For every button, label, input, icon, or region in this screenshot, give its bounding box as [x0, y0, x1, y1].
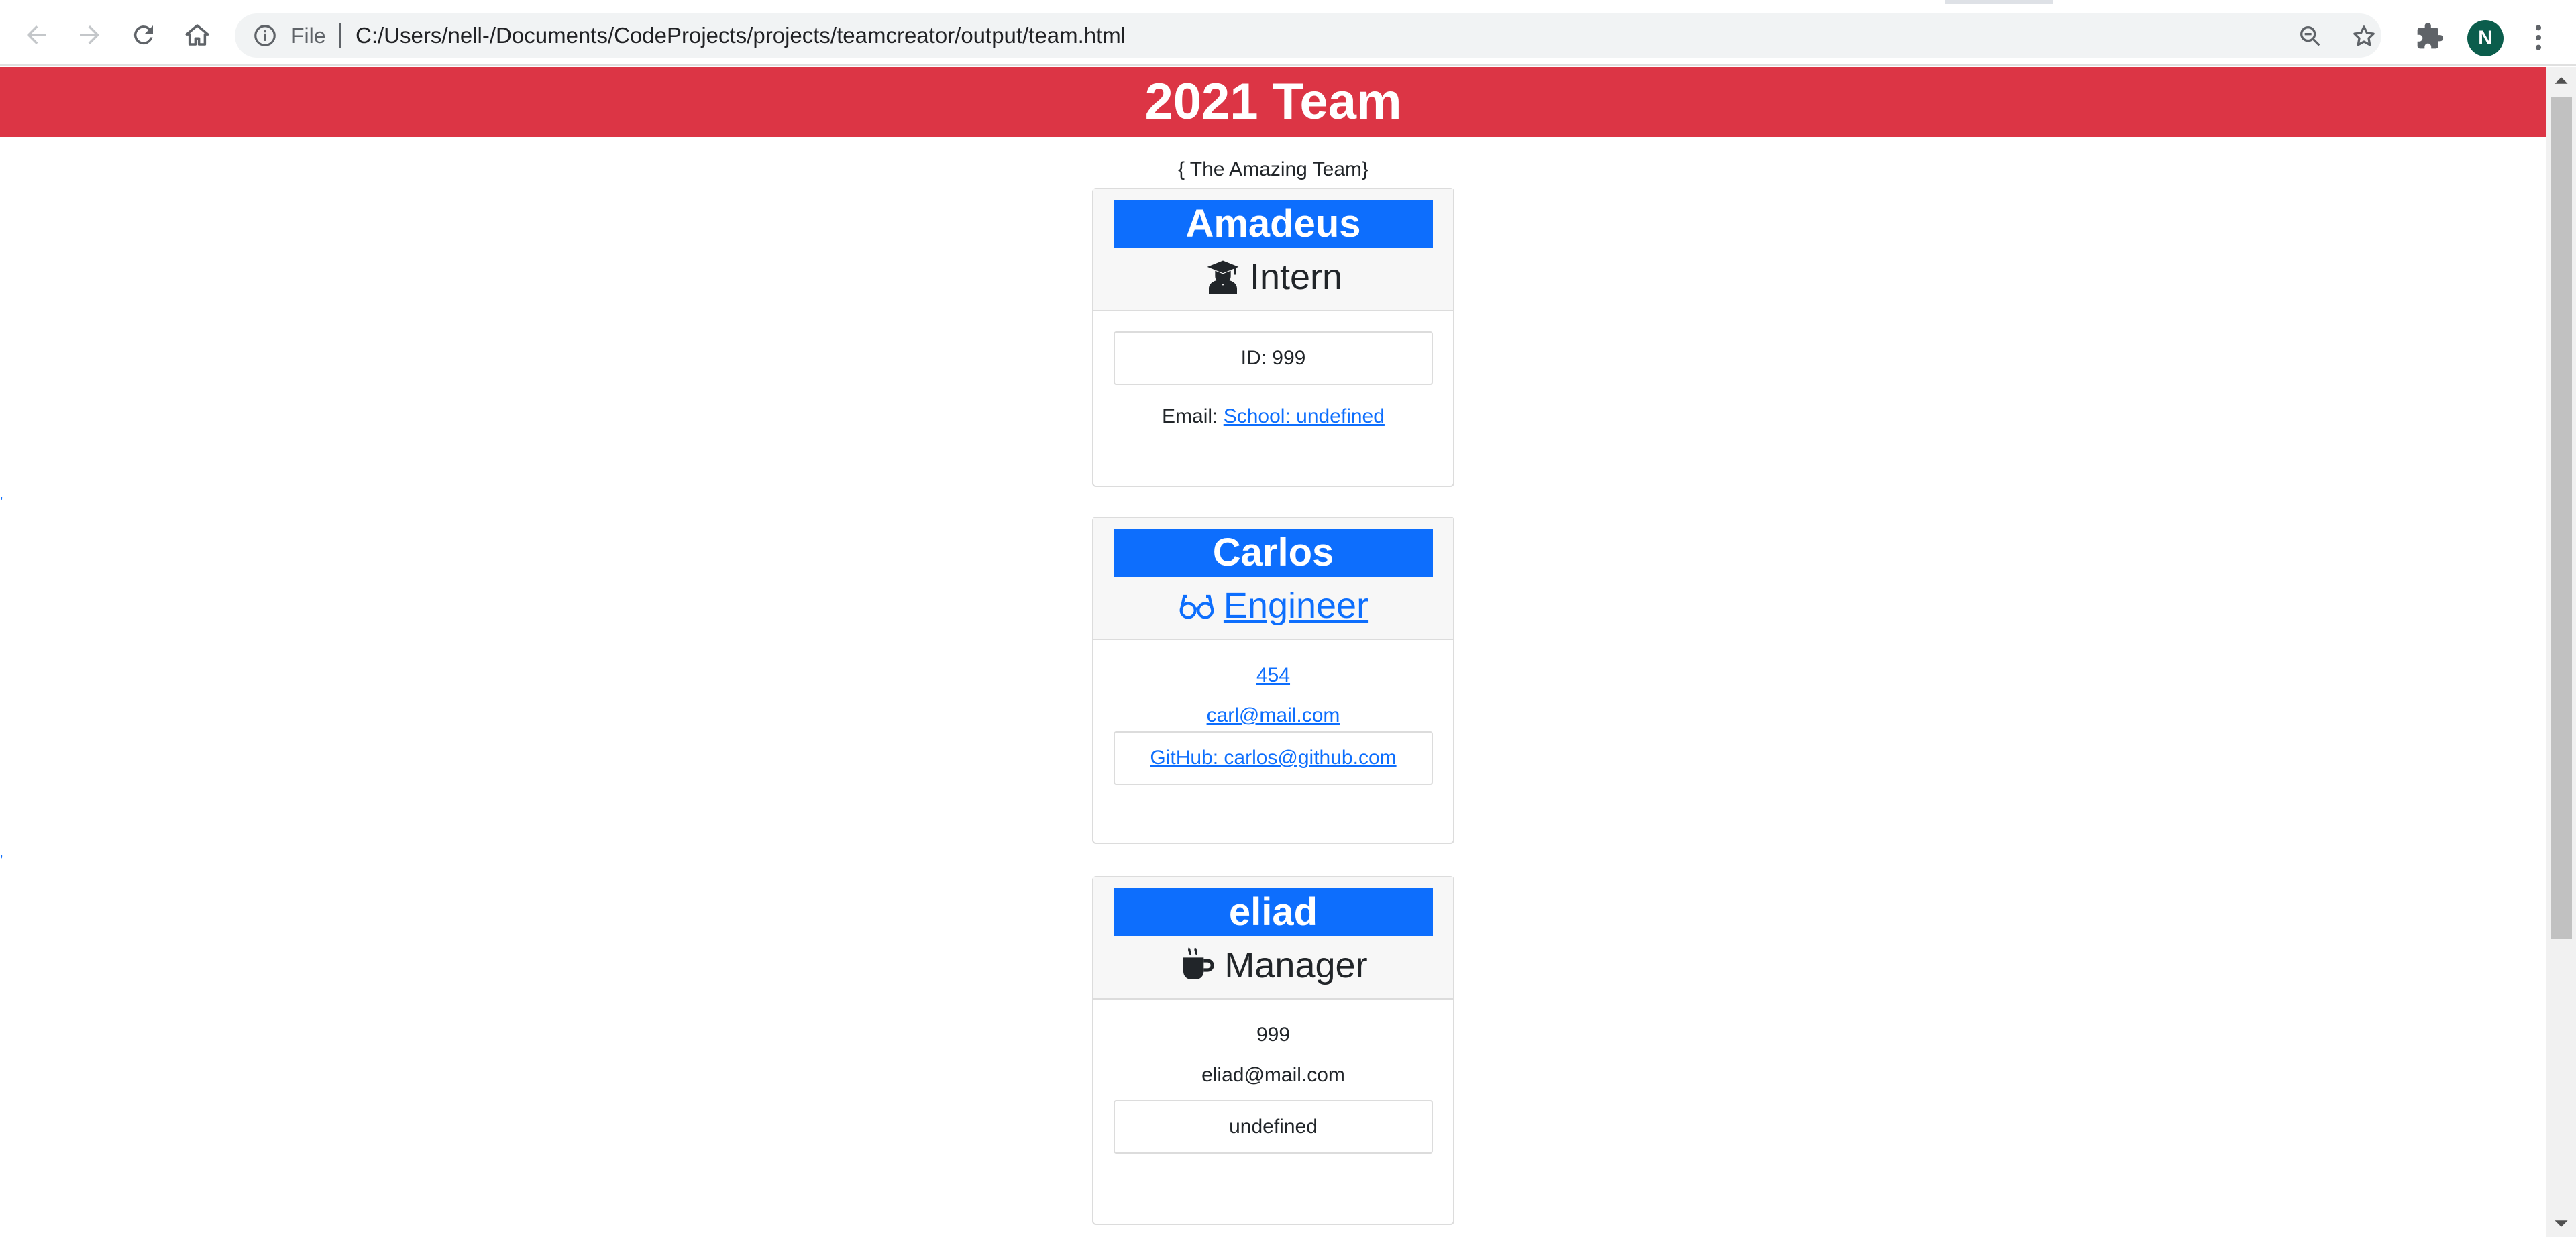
employee-github: GitHub: carlos@github.com	[1114, 731, 1433, 785]
email-label: Email:	[1162, 405, 1224, 427]
scroll-thumb[interactable]	[2551, 97, 2572, 939]
extensions-puzzle-icon[interactable]	[2415, 21, 2445, 51]
address-separator	[339, 23, 341, 48]
school-link[interactable]: School: undefined	[1224, 405, 1385, 427]
employee-name: eliad	[1114, 888, 1433, 936]
home-button[interactable]	[177, 15, 217, 55]
reload-icon	[133, 25, 153, 45]
address-bar[interactable]: File C:/Users/nell-/Documents/CodeProjec…	[235, 13, 2381, 58]
card-header: Amadeus Intern	[1093, 189, 1453, 311]
employee-role: Manager	[1114, 942, 1433, 989]
forward-arrow-icon	[80, 25, 99, 44]
employee-name: Carlos	[1114, 529, 1433, 577]
mug-icon	[1183, 947, 1215, 979]
employee-id: 999	[1256, 1024, 1291, 1046]
role-label: Intern	[1249, 257, 1343, 297]
file-scheme-label: File	[291, 23, 326, 48]
employee-id-link[interactable]: 454	[1256, 664, 1290, 686]
page-title: 2021 Team	[1144, 73, 1402, 130]
employee-card-manager: eliad Manager 999 eliad@mail.com undefin…	[1092, 876, 1454, 1225]
stray-mark: ʼ	[0, 496, 3, 510]
employee-email-row: Email: School: undefined	[1114, 401, 1433, 432]
zoom-icon[interactable]	[2297, 23, 2324, 50]
employee-name: Amadeus	[1114, 200, 1433, 248]
card-body: 999 eliad@mail.com undefined	[1093, 1000, 1453, 1170]
more-menu-icon[interactable]	[2529, 23, 2548, 52]
employee-email: carl@mail.com	[1114, 700, 1433, 731]
employee-id: ID: 999	[1114, 331, 1433, 385]
page-scrollbar[interactable]	[2546, 67, 2576, 1237]
card-body: 454 carl@mail.com GitHub: carlos@github.…	[1093, 640, 1453, 801]
email-link[interactable]: carl@mail.com	[1207, 704, 1340, 727]
info-icon[interactable]	[252, 23, 278, 48]
graduate-icon	[1207, 260, 1239, 294]
browser-toolbar: File C:/Users/nell-/Documents/CodeProjec…	[0, 4, 2576, 66]
home-icon	[185, 24, 209, 46]
role-link[interactable]: Engineer	[1114, 582, 1433, 629]
back-button[interactable]	[16, 15, 56, 55]
github-link[interactable]: GitHub: carlos@github.com	[1150, 747, 1396, 769]
stray-mark: ʼ	[0, 854, 3, 869]
employee-id: 454	[1114, 660, 1433, 691]
role-label: Manager	[1224, 945, 1368, 985]
page-header: 2021 Team	[0, 67, 2546, 137]
employee-card-engineer: Carlos Engineer 454 carl@mail.com GitHub…	[1092, 517, 1454, 844]
page-viewport: 2021 Team { The Amazing Team} ʼ ʼ Amadeu…	[0, 67, 2546, 1237]
glasses-icon	[1179, 594, 1214, 619]
employee-email: eliad@mail.com	[1201, 1064, 1345, 1086]
url-text[interactable]: C:/Users/nell-/Documents/CodeProjects/pr…	[356, 13, 1126, 58]
employee-role: Intern	[1114, 254, 1433, 301]
role-label[interactable]: Engineer	[1224, 582, 1368, 629]
card-body: ID: 999 Email: School: undefined	[1093, 311, 1453, 458]
office-number: undefined	[1114, 1100, 1433, 1154]
forward-button[interactable]	[70, 15, 110, 55]
reload-button[interactable]	[123, 15, 164, 55]
employee-card-intern: Amadeus Intern ID: 999 Email: School: un…	[1092, 188, 1454, 487]
card-header: Carlos Engineer	[1093, 518, 1453, 640]
profile-avatar[interactable]: N	[2467, 20, 2504, 56]
scroll-up-icon[interactable]	[2553, 72, 2569, 89]
bookmark-star-icon[interactable]	[2351, 23, 2377, 50]
scroll-down-icon[interactable]	[2553, 1216, 2569, 1232]
card-header: eliad Manager	[1093, 877, 1453, 1000]
team-subtitle: { The Amazing Team}	[1177, 158, 1369, 180]
back-arrow-icon	[27, 25, 46, 44]
